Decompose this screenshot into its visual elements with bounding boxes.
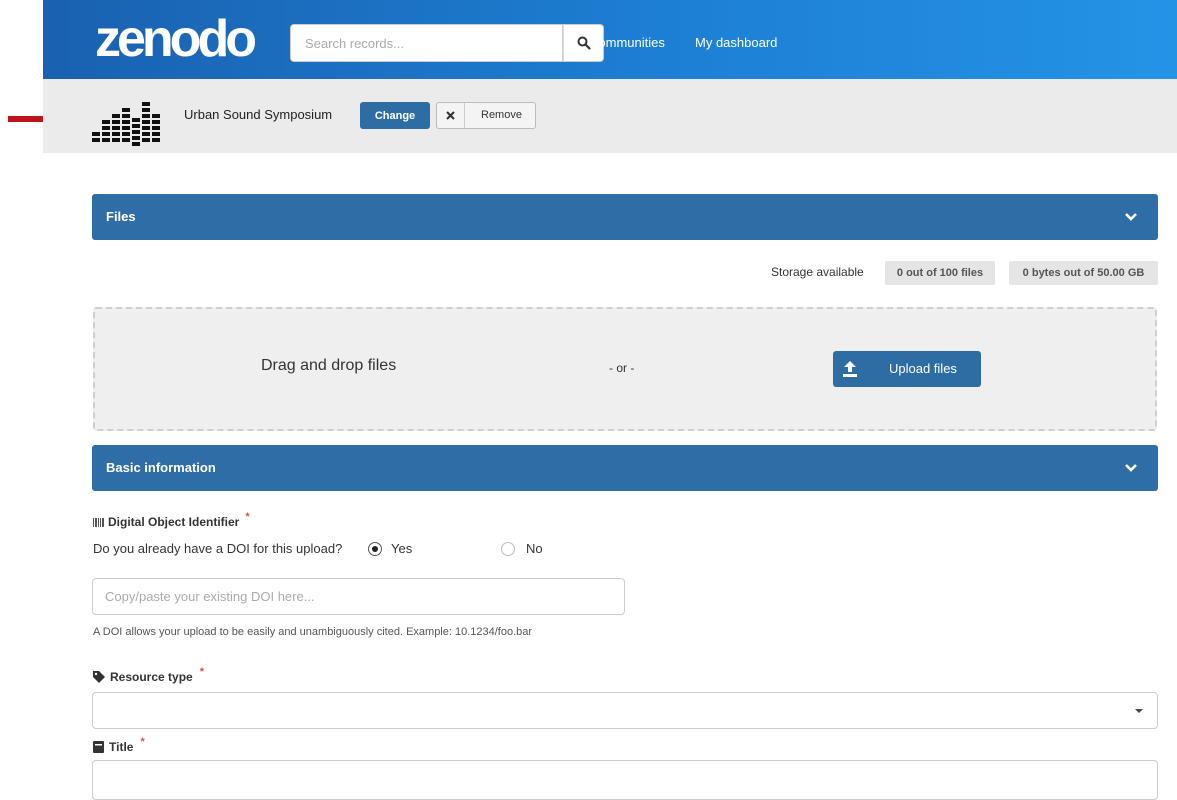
- required-marker: *: [140, 736, 145, 748]
- storage-size-badge: 0 bytes out of 50.00 GB: [1009, 261, 1158, 285]
- top-navbar: zenodo Communities My dashboard: [43, 0, 1177, 79]
- chevron-down-icon[interactable]: [1124, 210, 1138, 224]
- required-marker: *: [199, 666, 204, 678]
- search-box: [290, 24, 563, 62]
- doi-heading: Digital Object Identifier *: [93, 511, 250, 529]
- title-input[interactable]: [92, 760, 1158, 800]
- remove-community-button[interactable]: Remove: [436, 102, 536, 129]
- files-panel-title: Files: [106, 209, 136, 224]
- required-marker: *: [245, 511, 250, 523]
- title-heading: Title *: [93, 736, 145, 754]
- basic-info-panel-header[interactable]: Basic information: [92, 445, 1158, 491]
- title-label: Title: [109, 740, 134, 754]
- resource-type-heading: Resource type *: [93, 666, 204, 684]
- doi-yes-label[interactable]: Yes: [391, 541, 412, 556]
- upload-icon: [843, 361, 857, 377]
- doi-question: Do you already have a DOI for this uploa…: [93, 541, 343, 556]
- nav-dashboard-link[interactable]: My dashboard: [695, 35, 777, 50]
- svg-text:zenodo: zenodo: [95, 14, 255, 64]
- zenodo-logo[interactable]: zenodo: [95, 14, 265, 64]
- doi-input[interactable]: [92, 578, 625, 615]
- file-dropzone[interactable]: Drag and drop files - or - Upload files: [93, 307, 1157, 431]
- tag-icon: [93, 671, 105, 683]
- community-selection-bar: Urban Sound Symposium Change Remove: [43, 79, 1177, 153]
- dropzone-text: Drag and drop files: [261, 357, 397, 374]
- remove-label: Remove: [481, 109, 522, 121]
- dropzone-or-text: - or -: [609, 361, 635, 375]
- book-icon: [93, 741, 104, 753]
- doi-yes-radio[interactable]: [368, 542, 382, 556]
- caret-down-icon: [1135, 709, 1143, 713]
- upload-files-button[interactable]: Upload files: [833, 351, 981, 387]
- doi-no-radio[interactable]: [501, 542, 515, 556]
- storage-label: Storage available: [771, 265, 864, 279]
- doi-help-text: A DOI allows your upload to be easily an…: [93, 626, 533, 638]
- community-name: Urban Sound Symposium: [184, 107, 333, 122]
- basic-info-panel-title: Basic information: [106, 460, 216, 475]
- files-count-badge: 0 out of 100 files: [885, 261, 995, 285]
- community-logo: [92, 102, 160, 146]
- close-icon: [437, 103, 465, 128]
- doi-no-label[interactable]: No: [526, 541, 543, 556]
- files-panel-header[interactable]: Files: [92, 194, 1158, 240]
- chevron-down-icon[interactable]: [1124, 461, 1138, 475]
- resource-type-select[interactable]: [92, 692, 1158, 729]
- barcode-icon: [93, 517, 104, 527]
- doi-heading-label: Digital Object Identifier: [108, 515, 240, 529]
- upload-files-label: Upload files: [889, 361, 957, 376]
- nav-communities-link[interactable]: Communities: [589, 35, 665, 50]
- search-input[interactable]: [291, 25, 562, 61]
- resource-type-label: Resource type: [110, 670, 193, 684]
- change-community-button[interactable]: Change: [360, 102, 430, 129]
